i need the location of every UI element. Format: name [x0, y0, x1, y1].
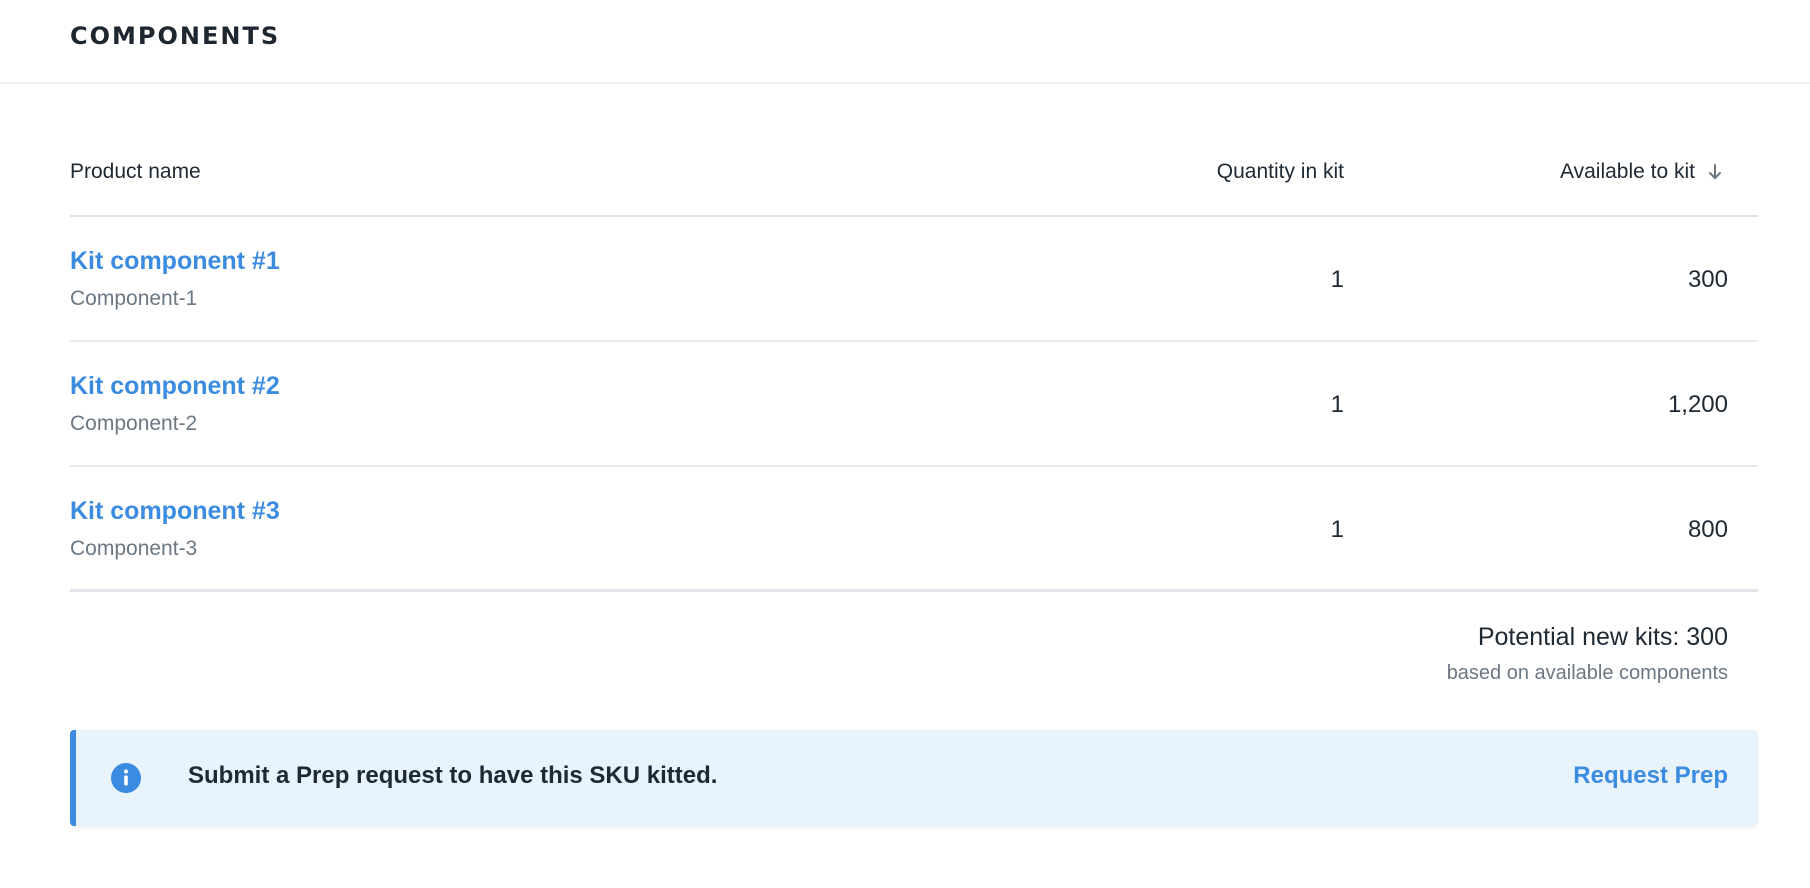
arrow-down-icon[interactable] — [1707, 163, 1723, 181]
potential-new-kits: Potential new kits: 300 — [1477, 623, 1728, 651]
potential-new-kits-note: based on available components — [1446, 662, 1728, 684]
product-name-link[interactable]: Kit component #2 — [70, 372, 280, 401]
page-title: COMPONENTS — [70, 22, 281, 50]
components-section: Product name Quantity in kit Available t… — [70, 84, 1758, 826]
product-name-link[interactable]: Kit component #3 — [70, 497, 280, 526]
table-row: Kit component #3 Component-3 1 800 — [70, 467, 1758, 592]
table-row: Kit component #1 Component-1 1 300 — [70, 217, 1758, 342]
info-icon — [110, 762, 142, 794]
available-to-kit: 1,200 — [1667, 391, 1728, 418]
table-row: Kit component #2 Component-2 1 1,200 — [70, 342, 1758, 467]
quantity-in-kit: 1 — [1330, 266, 1344, 293]
quantity-in-kit: 1 — [1330, 391, 1344, 418]
available-to-kit: 300 — [1687, 266, 1728, 293]
page-header: COMPONENTS — [0, 0, 1810, 84]
kits-summary: Potential new kits: 300 based on availab… — [70, 592, 1758, 730]
table-header: Product name Quantity in kit Available t… — [70, 84, 1758, 217]
quantity-in-kit: 1 — [1330, 516, 1344, 543]
prep-request-banner: Submit a Prep request to have this SKU k… — [70, 730, 1758, 826]
product-sku: Component-1 — [70, 287, 198, 310]
column-header-quantity[interactable]: Quantity in kit — [1217, 160, 1344, 184]
banner-message: Submit a Prep request to have this SKU k… — [188, 762, 718, 789]
column-header-available-label: Available to kit — [1559, 160, 1695, 183]
product-sku: Component-2 — [70, 412, 198, 435]
available-to-kit: 800 — [1687, 516, 1728, 543]
column-header-product-name[interactable]: Product name — [70, 160, 201, 184]
product-name-link[interactable]: Kit component #1 — [70, 247, 280, 276]
column-header-available[interactable]: Available to kit — [1560, 160, 1723, 184]
request-prep-link[interactable]: Request Prep — [1573, 762, 1728, 790]
product-sku: Component-3 — [70, 537, 198, 560]
components-page: COMPONENTS Product name Quantity in kit … — [0, 0, 1810, 888]
